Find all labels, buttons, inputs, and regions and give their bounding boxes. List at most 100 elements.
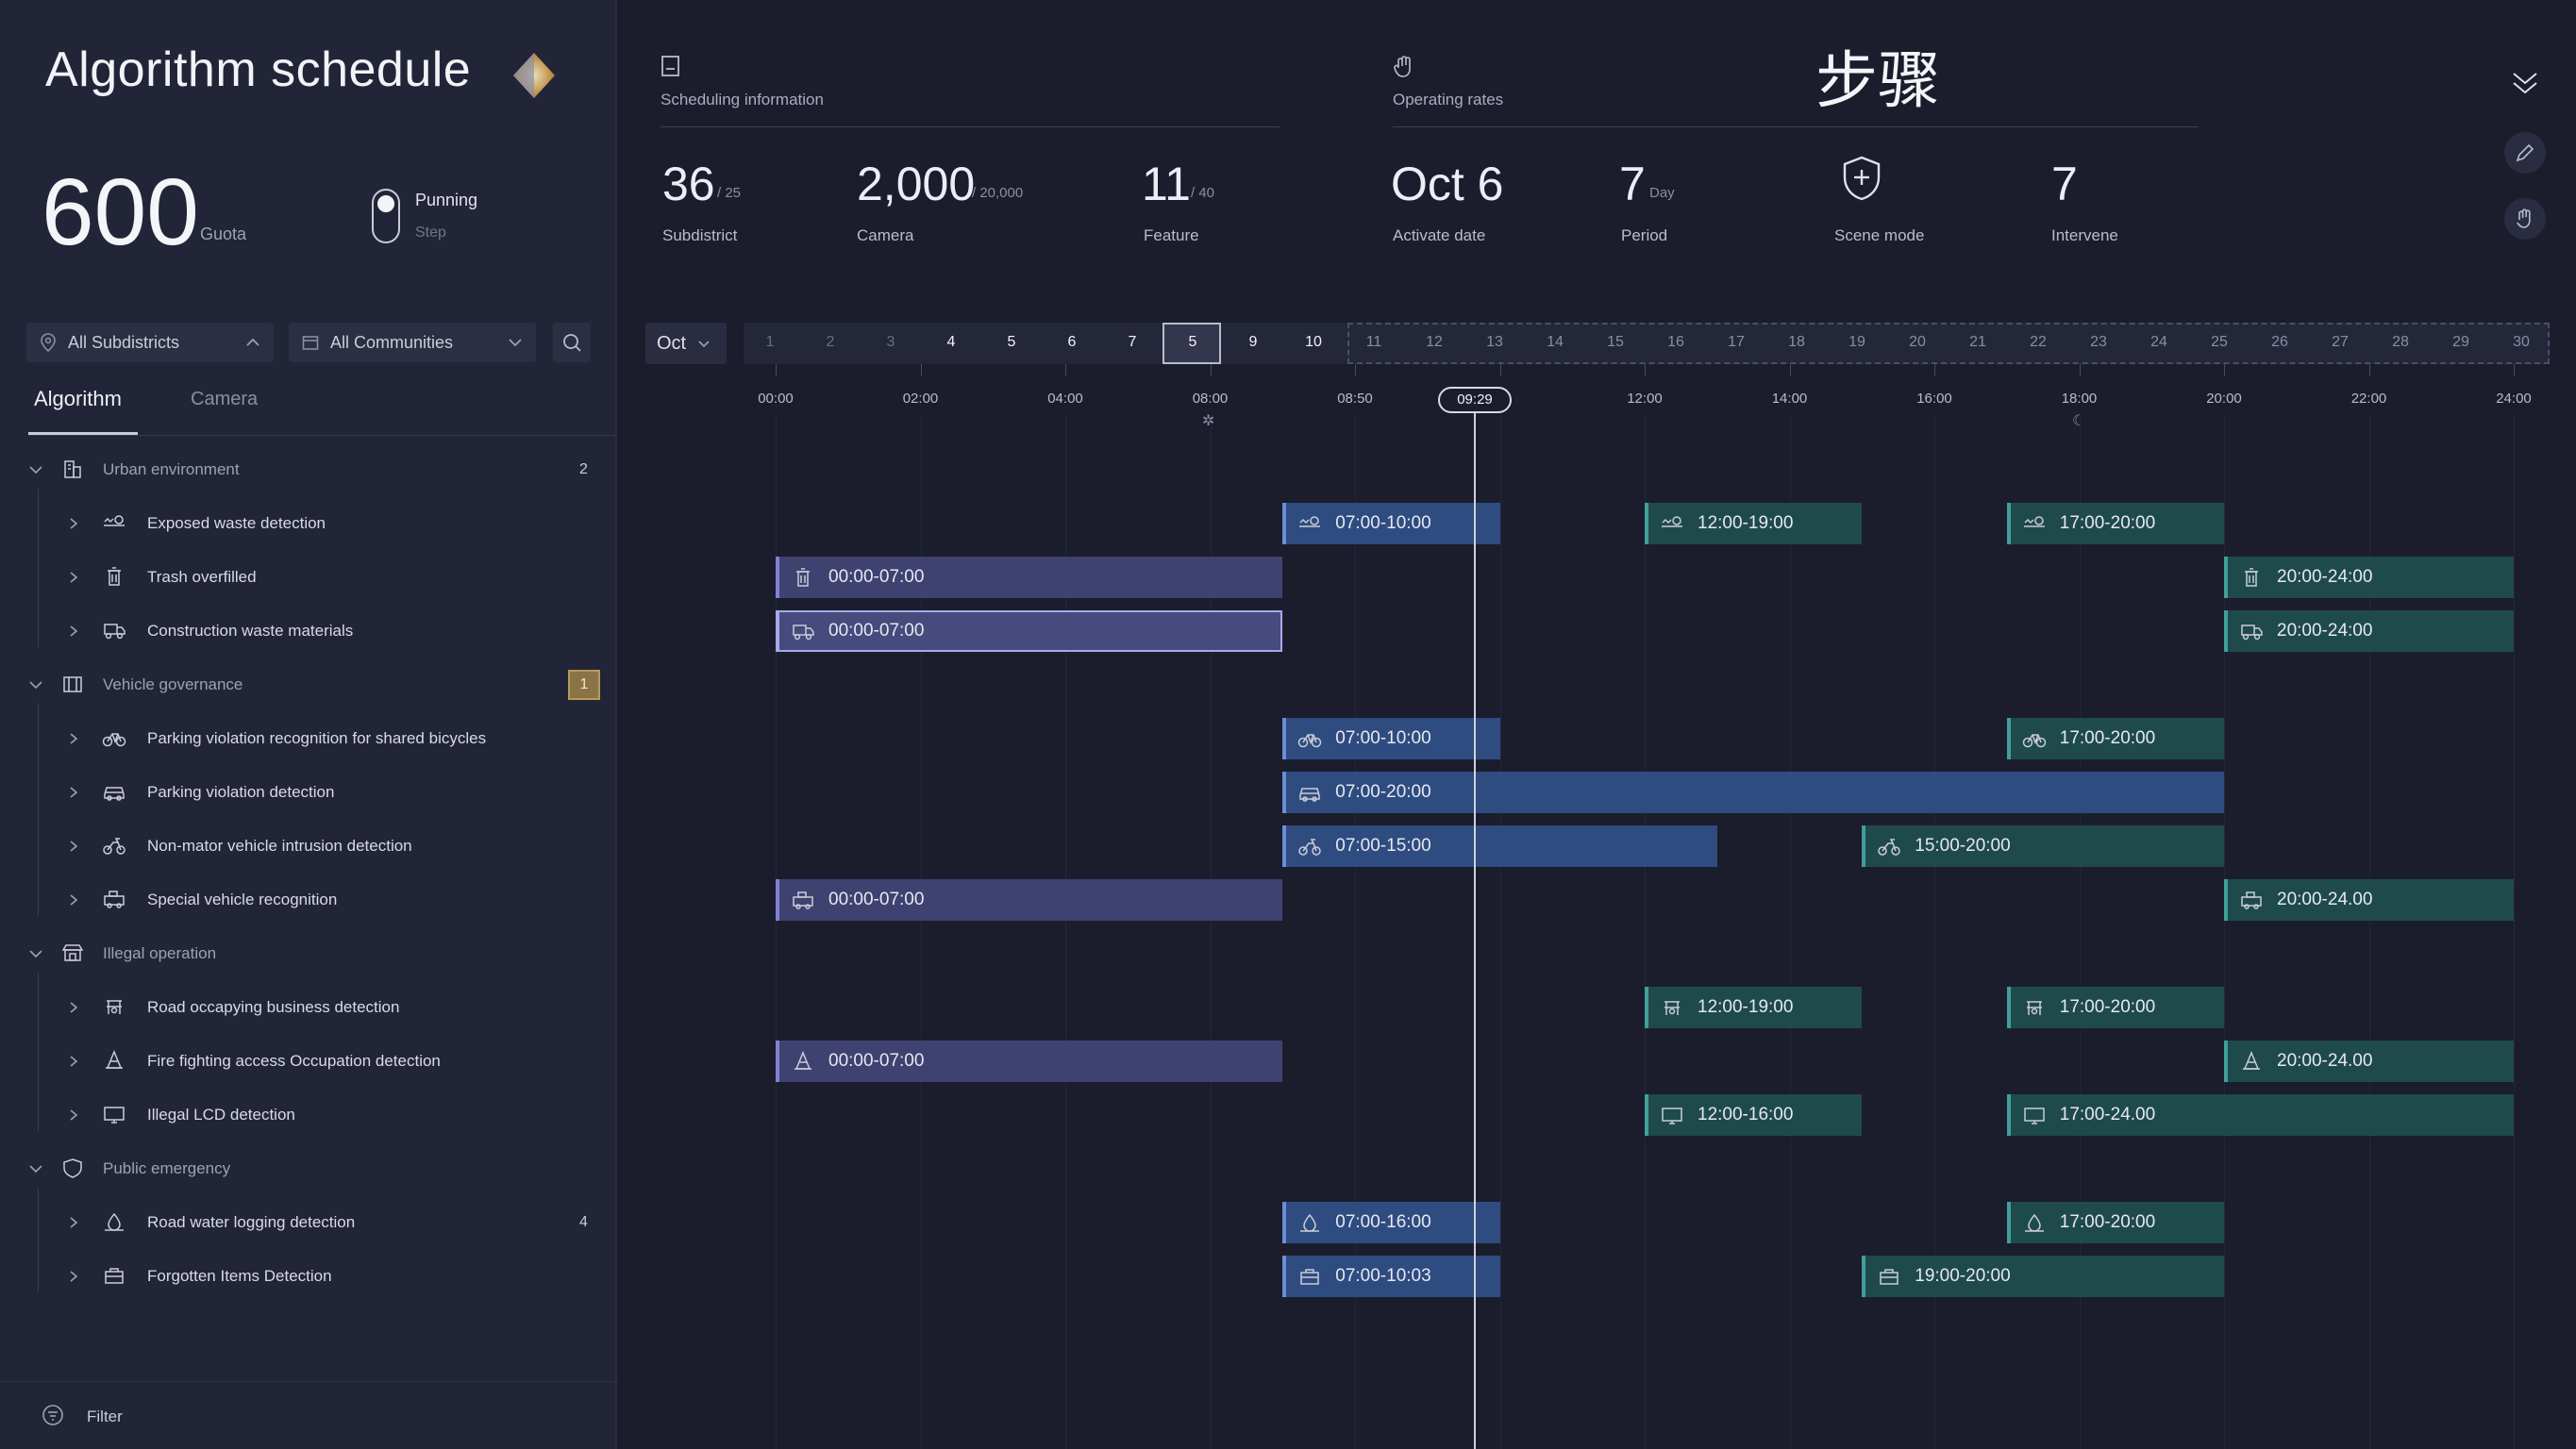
- tree-group[interactable]: Public emergency: [0, 1150, 617, 1188]
- chevron-right-icon: [68, 571, 79, 584]
- day-cell[interactable]: 30: [2502, 334, 2540, 351]
- schedule-bar-label: 00:00-07:00: [828, 621, 925, 641]
- day-cell[interactable]: 12: [1415, 334, 1453, 351]
- day-cell[interactable]: 21: [1959, 334, 1997, 351]
- activate-date-value: Oct 6: [1391, 158, 1504, 210]
- month-select[interactable]: Oct: [645, 323, 727, 364]
- tree-item-label: Parking violation detection: [147, 783, 335, 801]
- community-dropdown[interactable]: All Communities: [289, 323, 536, 362]
- day-cell[interactable]: 14: [1536, 334, 1574, 351]
- period-label: Period: [1621, 226, 1668, 244]
- day-cell[interactable]: 5: [993, 334, 1030, 351]
- schedule-bar[interactable]: 12:00-19:00: [1645, 503, 1863, 544]
- camera-count: 2,000: [857, 158, 976, 210]
- tree-item[interactable]: Exposed waste detection: [0, 505, 617, 542]
- schedule-bar[interactable]: 07:00-20:00: [1282, 772, 2224, 813]
- day-cell[interactable]: 18: [1778, 334, 1815, 351]
- day-cell[interactable]: 25: [2200, 334, 2238, 351]
- hour-grid-line: [1645, 415, 1646, 1449]
- day-cell[interactable]: 5: [1174, 334, 1212, 351]
- search-button[interactable]: [553, 323, 591, 362]
- schedule-bar[interactable]: 20:00-24.00: [2224, 1041, 2514, 1082]
- day-cell[interactable]: 7: [1113, 334, 1151, 351]
- schedule-bar[interactable]: 19:00-20:00: [1862, 1256, 2224, 1297]
- tree-item[interactable]: Road water logging detection 4: [0, 1204, 617, 1241]
- tree-item[interactable]: Parking violation recognition for shared…: [0, 720, 617, 758]
- collapse-chevron-icon[interactable]: [2510, 70, 2540, 96]
- schedule-bar[interactable]: 12:00-19:00: [1645, 987, 1863, 1028]
- day-cell[interactable]: 4: [932, 334, 970, 351]
- day-cell[interactable]: 28: [2382, 334, 2419, 351]
- tree-item[interactable]: Forgotten Items Detection: [0, 1257, 617, 1295]
- schedule-bar[interactable]: 20:00-24:00: [2224, 610, 2514, 652]
- day-cell[interactable]: 9: [1234, 334, 1272, 351]
- subdistrict-dropdown-value: All Subdistricts: [68, 332, 180, 352]
- day-cell[interactable]: 19: [1838, 334, 1876, 351]
- day-cell[interactable]: 13: [1476, 334, 1514, 351]
- schedule-bar[interactable]: 17:00-20:00: [2006, 987, 2224, 1028]
- schedule-bar[interactable]: 17:00-20:00: [2006, 503, 2224, 544]
- construction-truck-icon: [102, 620, 126, 642]
- schedule-bar[interactable]: 15:00-20:00: [1862, 825, 2224, 867]
- schedule-bar[interactable]: 17:00-24.00: [2006, 1094, 2514, 1136]
- tree-group[interactable]: Urban environment 2: [0, 451, 617, 489]
- tab-algorithm[interactable]: Algorithm: [34, 387, 122, 411]
- schedule-bar[interactable]: 17:00-20:00: [2006, 1202, 2224, 1243]
- day-cell[interactable]: 29: [2442, 334, 2480, 351]
- schedule-bar[interactable]: 07:00-10:00: [1282, 718, 1500, 759]
- day-cell[interactable]: 1: [751, 334, 789, 351]
- schedule-bar[interactable]: 07:00-16:00: [1282, 1202, 1500, 1243]
- day-cell[interactable]: 24: [2140, 334, 2178, 351]
- tree-item-label: Trash overfilled: [147, 568, 257, 586]
- schedule-bar[interactable]: 12:00-16:00: [1645, 1094, 1863, 1136]
- tree-item[interactable]: Parking violation detection: [0, 774, 617, 811]
- day-cell[interactable]: 23: [2080, 334, 2117, 351]
- schedule-bar[interactable]: 17:00-20:00: [2006, 718, 2224, 759]
- schedule-bar[interactable]: 00:00-07:00: [776, 879, 1283, 921]
- tree-item[interactable]: Road occapying business detection: [0, 989, 617, 1026]
- schedule-bar[interactable]: 00:00-07:00: [776, 1041, 1283, 1082]
- schedule-bar-label: 20:00-24.00: [2277, 1051, 2373, 1071]
- tree-item[interactable]: Special vehicle recognition: [0, 881, 617, 919]
- day-cell[interactable]: 10: [1295, 334, 1332, 351]
- subdistrict-dropdown[interactable]: All Subdistricts: [26, 323, 274, 362]
- tree-group[interactable]: Illegal operation: [0, 935, 617, 973]
- tree-item-label: Road occapying business detection: [147, 998, 400, 1016]
- subdistrict-total: / 25: [717, 185, 742, 201]
- schedule-bar[interactable]: 00:00-07:00: [776, 557, 1283, 598]
- schedule-bar[interactable]: 20:00-24:00: [2224, 557, 2514, 598]
- schedule-bar-label: 17:00-24.00: [2059, 1105, 2156, 1124]
- tree-item[interactable]: Fire fighting access Occupation detectio…: [0, 1042, 617, 1080]
- filter-label[interactable]: Filter: [87, 1407, 123, 1426]
- edit-tool-button[interactable]: [2504, 132, 2546, 174]
- day-cell[interactable]: 20: [1899, 334, 1936, 351]
- schedule-bar[interactable]: 07:00-10:00: [1282, 503, 1500, 544]
- vehicle-gov-icon: [60, 674, 85, 696]
- run-toggle[interactable]: [372, 189, 400, 243]
- tree-item-label: Special vehicle recognition: [147, 891, 338, 908]
- day-cell[interactable]: 15: [1597, 334, 1634, 351]
- schedule-bar[interactable]: 20:00-24.00: [2224, 879, 2514, 921]
- tree-item[interactable]: Non-mator vehicle intrusion detection: [0, 827, 617, 865]
- schedule-bar[interactable]: 07:00-10:03: [1282, 1256, 1500, 1297]
- day-cell[interactable]: 6: [1053, 334, 1091, 351]
- tree-item[interactable]: Construction waste materials: [0, 612, 617, 650]
- tree-group[interactable]: Vehicle governance 1: [0, 666, 617, 704]
- day-cell[interactable]: 26: [2261, 334, 2299, 351]
- subdistrict-label: Subdistrict: [662, 226, 738, 244]
- day-cell[interactable]: 16: [1657, 334, 1695, 351]
- schedule-bar[interactable]: 00:00-07:00: [776, 610, 1283, 652]
- day-cell[interactable]: 22: [2019, 334, 2057, 351]
- hour-label: 20:00: [2206, 391, 2242, 407]
- tree-item[interactable]: Illegal LCD detection: [0, 1096, 617, 1134]
- day-cell[interactable]: 17: [1717, 334, 1755, 351]
- hand-tool-button[interactable]: [2504, 198, 2546, 240]
- day-cell[interactable]: 27: [2321, 334, 2359, 351]
- tab-camera[interactable]: Camera: [191, 389, 258, 410]
- filter-icon[interactable]: [42, 1404, 64, 1426]
- tree-item[interactable]: Trash overfilled: [0, 558, 617, 596]
- day-cell[interactable]: 3: [872, 334, 910, 351]
- day-cell[interactable]: 11: [1355, 334, 1393, 351]
- day-cell[interactable]: 2: [811, 334, 849, 351]
- schedule-bar[interactable]: 07:00-15:00: [1282, 825, 1717, 867]
